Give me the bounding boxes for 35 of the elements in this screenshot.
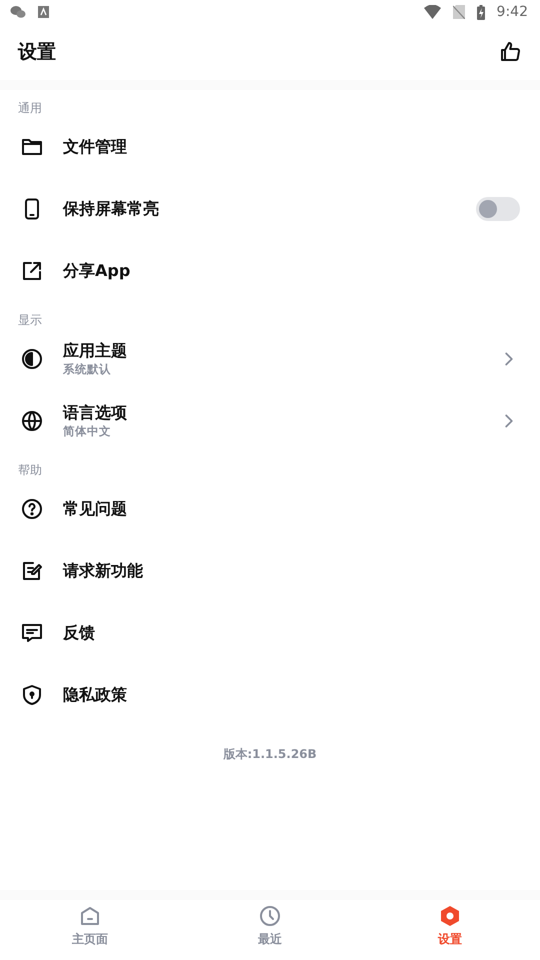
no-sim-icon (452, 5, 465, 19)
battery-icon (476, 4, 485, 20)
hexagon-icon (438, 904, 462, 928)
setting-label[interactable]: 语言选项 (63, 403, 479, 424)
section-header: 显示 (17, 312, 43, 328)
setting-label[interactable]: 反馈 (63, 622, 520, 644)
globe-icon (20, 409, 44, 433)
version-text: 版本:1.1.5.26B (222, 746, 318, 763)
thumbs-up-icon (498, 40, 522, 64)
home-icon (78, 904, 102, 928)
setting-value: 系统默认 (63, 362, 112, 377)
toggle-switch[interactable] (476, 197, 520, 221)
theme-icon (20, 347, 44, 371)
setting-label[interactable]: 保持屏幕常亮 (63, 198, 457, 220)
setting-label[interactable]: 隐私政策 (63, 684, 520, 706)
section-header: 通用 (17, 100, 43, 116)
keyboard-icon (38, 6, 49, 18)
setting-value: 简体中文 (63, 424, 112, 439)
nav-tab[interactable]: 设置 (360, 902, 540, 960)
page-title: 设置 (18, 40, 56, 65)
chat-icon (10, 5, 26, 19)
section-header: 帮助 (17, 462, 43, 478)
setting-label[interactable]: 文件管理 (63, 136, 520, 158)
edit-icon (20, 559, 44, 583)
status-time: 9:42 (496, 4, 528, 20)
message-icon (20, 621, 44, 645)
help-icon (20, 497, 44, 521)
shield-icon (20, 683, 44, 707)
setting-label[interactable]: 常见问题 (63, 498, 520, 520)
setting-label[interactable]: 分享App (63, 260, 520, 282)
clock-icon (258, 904, 282, 928)
share-icon (20, 259, 44, 283)
setting-label[interactable]: 请求新功能 (63, 560, 520, 582)
wifi-icon (424, 5, 441, 19)
setting-label[interactable]: 应用主题 (63, 341, 479, 362)
